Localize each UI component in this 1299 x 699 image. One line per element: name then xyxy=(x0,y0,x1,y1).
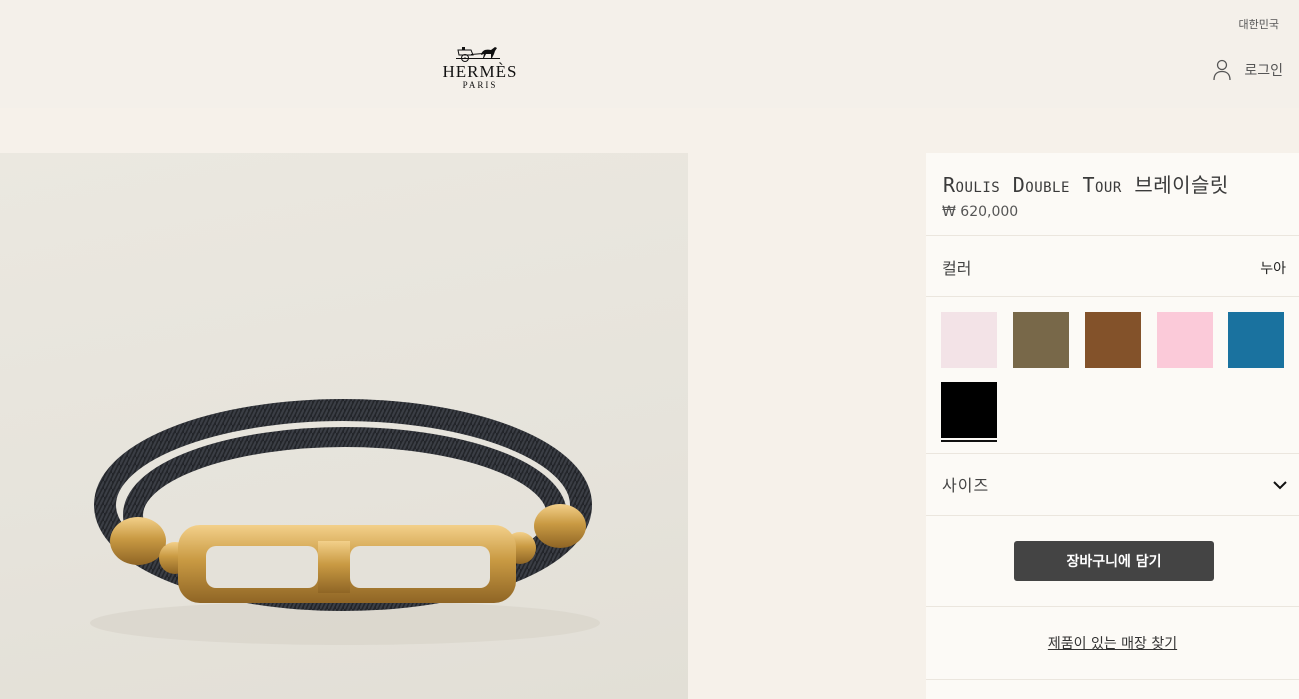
add-to-cart-button[interactable]: 장바구니에 담기 xyxy=(1014,541,1214,581)
hermes-logo[interactable]: HERMÈS PARIS xyxy=(430,42,530,98)
cart-section: 장바구니에 담기 xyxy=(926,516,1299,607)
sub-bar xyxy=(0,108,1299,153)
chevron-down-icon xyxy=(1273,481,1287,490)
product-heading: Roulis Double Tour 브레이슬릿 ₩ 620,000 xyxy=(926,153,1299,236)
product-panel: Roulis Double Tour 브레이슬릿 ₩ 620,000 컬러 누아… xyxy=(926,153,1299,699)
login-label: 로그인 xyxy=(1244,63,1283,79)
hermes-carriage-logo-icon xyxy=(456,47,500,62)
login-link[interactable]: 로그인 xyxy=(1213,59,1283,81)
color-label: 컬러 xyxy=(942,259,972,278)
color-swatch[interactable] xyxy=(1228,312,1284,368)
region-selector[interactable]: 대한민국 xyxy=(1239,16,1279,32)
product-name: Roulis Double Tour 브레이슬릿 xyxy=(943,173,1229,197)
bracelet-image xyxy=(90,399,600,645)
color-swatch[interactable] xyxy=(941,312,997,368)
color-swatch-selected[interactable] xyxy=(941,382,997,442)
size-label: 사이즈 xyxy=(942,476,990,495)
color-swatch[interactable] xyxy=(1085,312,1141,368)
size-selector[interactable]: 사이즈 xyxy=(926,454,1299,516)
selected-color-name: 누아 xyxy=(1260,261,1286,277)
product-image[interactable] xyxy=(0,153,688,699)
store-section: 제품이 있는 매장 찾기 xyxy=(926,607,1299,680)
site-header: 대한민국 HERMÈS PARIS 로그인 xyxy=(0,0,1299,108)
color-swatch[interactable] xyxy=(1157,312,1213,368)
color-selector-header: 컬러 누아 xyxy=(926,236,1299,297)
color-swatch[interactable] xyxy=(1013,312,1069,368)
user-icon xyxy=(1213,59,1232,81)
color-swatches xyxy=(926,297,1299,454)
product-price: ₩ 620,000 xyxy=(942,204,1019,220)
find-store-link[interactable]: 제품이 있는 매장 찾기 xyxy=(926,633,1299,653)
logo-wordmark: HERMÈS xyxy=(442,62,518,81)
logo-city: PARIS xyxy=(462,80,498,90)
